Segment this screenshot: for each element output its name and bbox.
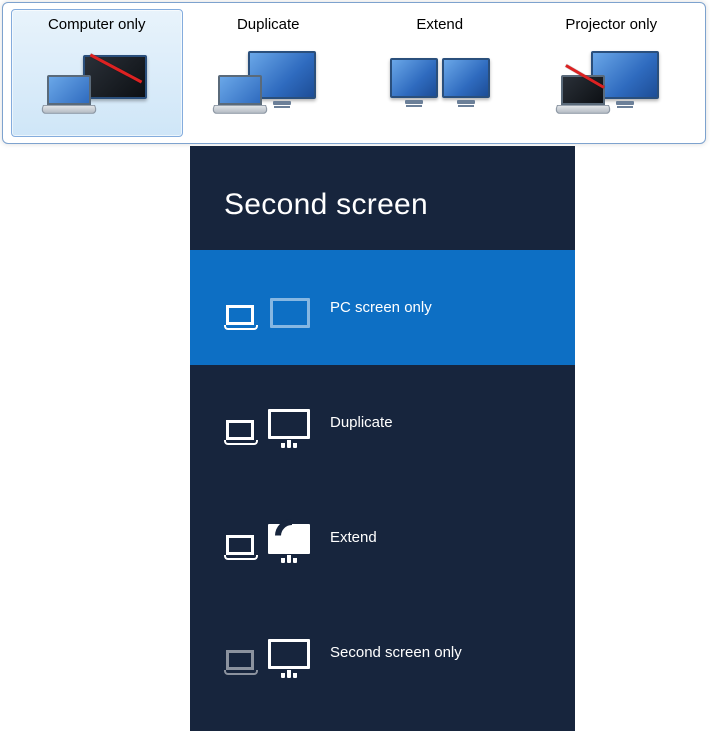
- win7-option-label: Projector only: [565, 16, 657, 33]
- computer-only-icon: [37, 39, 157, 117]
- win8-option-label: Second screen only: [330, 644, 462, 661]
- duplicate-icon: [224, 395, 310, 451]
- extend-icon: [224, 510, 310, 566]
- win8-second-screen-panel: Second screen PC screen only Duplicate E…: [190, 146, 575, 731]
- win7-option-label: Extend: [416, 16, 463, 33]
- win8-option-label: PC screen only: [330, 299, 432, 316]
- win7-option-projector-only[interactable]: Projector only: [526, 9, 698, 137]
- win7-option-computer-only[interactable]: Computer only: [11, 9, 183, 137]
- win8-option-second-screen-only[interactable]: Second screen only: [190, 595, 575, 710]
- win8-option-label: Duplicate: [330, 414, 393, 431]
- win7-option-extend[interactable]: Extend: [354, 9, 526, 137]
- second-screen-only-icon: [224, 625, 310, 681]
- win8-option-label: Extend: [330, 529, 377, 546]
- win7-option-label: Computer only: [48, 16, 146, 33]
- projector-only-icon: [551, 39, 671, 117]
- win8-option-duplicate[interactable]: Duplicate: [190, 365, 575, 480]
- win7-option-label: Duplicate: [237, 16, 300, 33]
- win7-option-duplicate[interactable]: Duplicate: [183, 9, 355, 137]
- win8-option-pc-screen-only[interactable]: PC screen only: [190, 250, 575, 365]
- win7-display-switcher: Computer only Duplicate Extend Projector…: [2, 2, 706, 144]
- win8-panel-title: Second screen: [190, 146, 575, 250]
- pc-screen-only-icon: [224, 280, 310, 336]
- duplicate-icon: [208, 39, 328, 117]
- win8-option-extend[interactable]: Extend: [190, 480, 575, 595]
- extend-icon: [380, 39, 500, 117]
